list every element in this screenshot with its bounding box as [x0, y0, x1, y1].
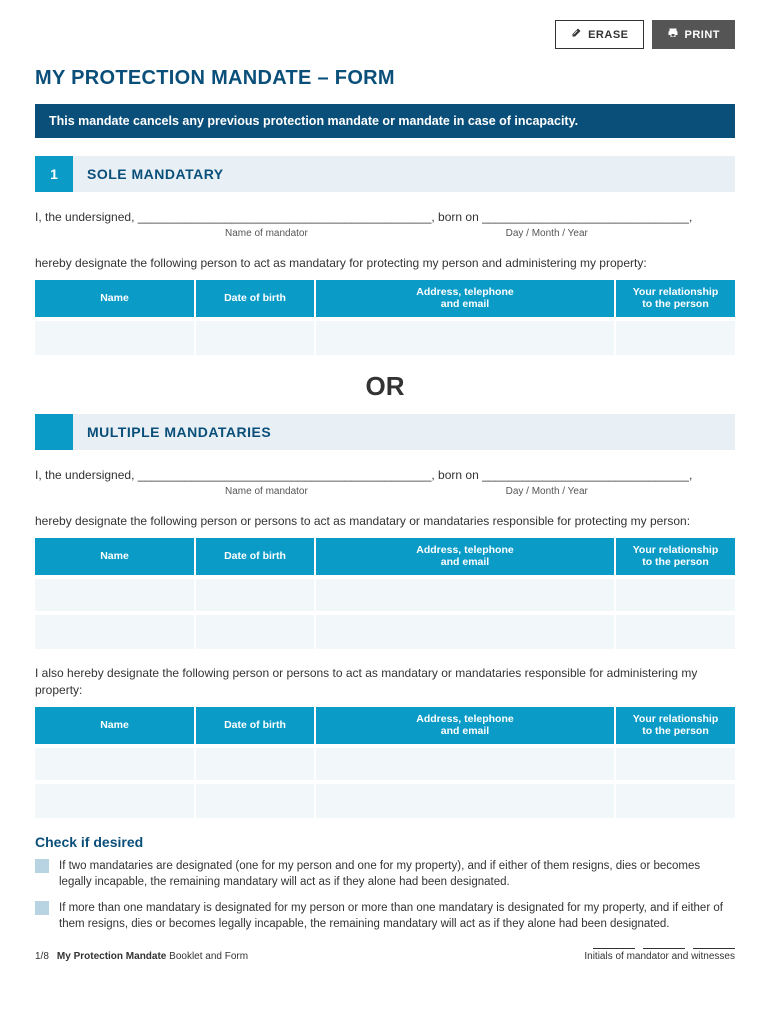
th-addr: Address, telephone and email — [315, 538, 615, 577]
footer: 1/8 My Protection Mandate Booklet and Fo… — [35, 948, 735, 962]
multi-designate-property-text: I also hereby designate the following pe… — [35, 665, 735, 699]
th-rel: Your relationship to the person — [615, 280, 735, 319]
sole-designate-text: hereby designate the following person to… — [35, 255, 735, 272]
undersigned-line-2: I, the undersigned, ____________________… — [35, 468, 735, 482]
section-1-header: 1 SOLE MANDATARY — [35, 156, 735, 192]
doc-title: My Protection Mandate Booklet and Form — [57, 951, 248, 962]
name-of-mandator-label: Name of mandator — [225, 228, 308, 239]
th-name: Name — [35, 538, 195, 577]
th-addr: Address, telephone and email — [315, 280, 615, 319]
cancel-banner: This mandate cancels any previous protec… — [35, 104, 735, 138]
print-icon — [667, 27, 679, 42]
th-rel: Your relationship to the person — [615, 707, 735, 746]
erase-icon — [570, 27, 582, 42]
initial-line[interactable] — [593, 948, 635, 949]
or-divider: OR — [35, 371, 735, 402]
name-of-mandator-label-2: Name of mandator — [225, 486, 308, 497]
initials-lines — [584, 948, 735, 949]
th-name: Name — [35, 280, 195, 319]
th-rel: Your relationship to the person — [615, 538, 735, 577]
undersigned-line-1: I, the undersigned, ____________________… — [35, 210, 735, 224]
day-month-year-label: Day / Month / Year — [506, 228, 588, 239]
table-row[interactable] — [35, 746, 735, 782]
table-row[interactable] — [35, 319, 735, 355]
th-dob: Date of birth — [195, 280, 315, 319]
check-option-2: If more than one mandatary is designated… — [35, 900, 735, 932]
toolbar: ERASE PRINT — [35, 20, 735, 49]
table-row[interactable] — [35, 577, 735, 613]
multi-person-table: Name Date of birth Address, telephone an… — [35, 538, 735, 649]
erase-label: ERASE — [588, 29, 628, 41]
check-option-1: If two mandataries are designated (one f… — [35, 858, 735, 890]
check-text-1: If two mandataries are designated (one f… — [59, 858, 735, 890]
footer-left: 1/8 My Protection Mandate Booklet and Fo… — [35, 951, 248, 962]
th-dob: Date of birth — [195, 707, 315, 746]
initial-line[interactable] — [693, 948, 735, 949]
section-2-number — [35, 414, 73, 450]
initial-line[interactable] — [643, 948, 685, 949]
th-dob: Date of birth — [195, 538, 315, 577]
page-number: 1/8 — [35, 951, 49, 962]
multi-designate-person-text: hereby designate the following person or… — [35, 513, 735, 530]
print-label: PRINT — [685, 29, 721, 41]
check-text-2: If more than one mandatary is designated… — [59, 900, 735, 932]
section-1-number: 1 — [35, 156, 73, 192]
section-2-title: MULTIPLE MANDATARIES — [73, 414, 285, 450]
table-row[interactable] — [35, 782, 735, 818]
initials-label: Initials of mandator and witnesses — [584, 951, 735, 962]
print-button[interactable]: PRINT — [652, 20, 736, 49]
day-month-year-label-2: Day / Month / Year — [506, 486, 588, 497]
th-name: Name — [35, 707, 195, 746]
undersigned-sub-1: Name of mandator Day / Month / Year — [35, 228, 735, 239]
sole-mandatary-table: Name Date of birth Address, telephone an… — [35, 280, 735, 355]
checkbox-1[interactable] — [35, 859, 49, 873]
checkbox-2[interactable] — [35, 901, 49, 915]
check-heading: Check if desired — [35, 834, 735, 850]
table-row[interactable] — [35, 613, 735, 649]
section-1-title: SOLE MANDATARY — [73, 156, 238, 192]
erase-button[interactable]: ERASE — [555, 20, 643, 49]
page-title: MY PROTECTION MANDATE – FORM — [35, 67, 735, 90]
footer-right: Initials of mandator and witnesses — [584, 948, 735, 962]
multi-property-table: Name Date of birth Address, telephone an… — [35, 707, 735, 818]
undersigned-sub-2: Name of mandator Day / Month / Year — [35, 486, 735, 497]
th-addr: Address, telephone and email — [315, 707, 615, 746]
section-2-header: MULTIPLE MANDATARIES — [35, 414, 735, 450]
